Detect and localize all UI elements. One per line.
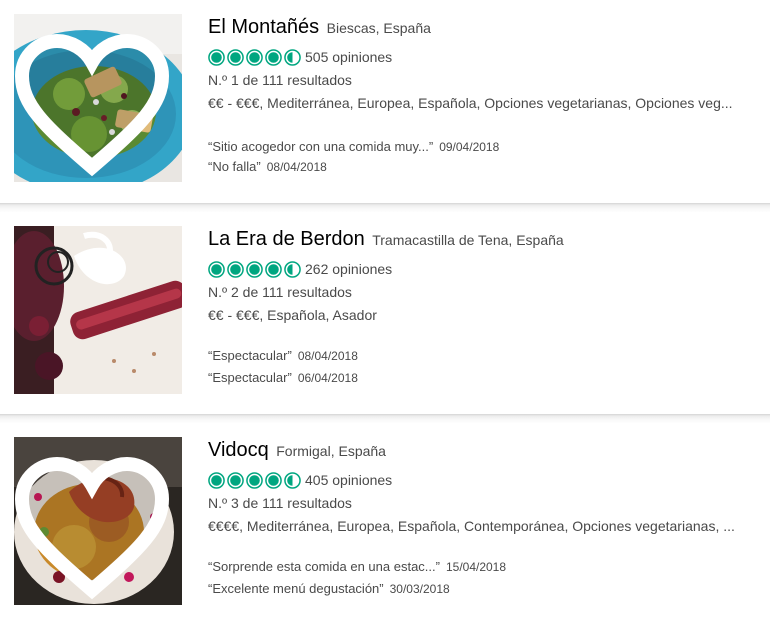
cuisine-tags: €€ - €€€, Mediterránea, Europea, Español… — [208, 95, 733, 111]
review-count[interactable]: 262 opiniones — [305, 261, 392, 277]
restaurant-card[interactable]: Vidocq Formigal, España 405 opiniones N.… — [0, 423, 770, 623]
rating: 405 opiniones — [208, 470, 392, 490]
restaurant-location: Formigal, España — [276, 443, 386, 459]
rating: 505 opiniones — [208, 47, 392, 67]
review-date: 08/04/2018 — [297, 349, 358, 363]
cuisine-tags: €€€€, Mediterránea, Europea, Española, C… — [208, 518, 735, 534]
rating-bubble-half — [284, 471, 301, 489]
food-photo-dessert — [14, 226, 182, 394]
heart-outline-icon[interactable] — [14, 443, 176, 605]
review-snippet: “Sitio acogedor con una comida muy...” 09… — [208, 139, 499, 154]
rating-bubble-full — [265, 471, 282, 489]
review-snippet: “Espectacular” 08/04/2018 — [208, 348, 358, 363]
restaurant-name[interactable]: El Montañés — [208, 16, 319, 38]
restaurant-name[interactable]: Vidocq — [208, 439, 269, 461]
rating-bubble-full — [208, 471, 225, 489]
rating-bubble-half — [284, 48, 301, 66]
review-date: 09/04/2018 — [439, 140, 500, 154]
review-snippet: “No falla” 08/04/2018 — [208, 159, 327, 174]
bubble-rating — [208, 471, 301, 489]
review-count[interactable]: 405 opiniones — [305, 472, 392, 488]
restaurant-photo[interactable] — [14, 226, 182, 394]
review-date: 30/03/2018 — [389, 582, 450, 596]
rating-bubble-full — [227, 48, 244, 66]
review-quote[interactable]: “No falla” — [208, 159, 261, 174]
heart-outline-icon[interactable] — [14, 20, 176, 182]
review-snippet: “Excelente menú degustación” 30/03/2018 — [208, 581, 450, 596]
review-date: 08/04/2018 — [266, 160, 327, 174]
rating-bubble-full — [246, 471, 263, 489]
restaurant-photo[interactable] — [14, 437, 182, 605]
restaurant-card[interactable]: La Era de Berdon Tramacastilla de Tena, … — [0, 212, 770, 412]
rating-bubble-full — [246, 48, 263, 66]
review-date: 15/04/2018 — [445, 560, 507, 574]
review-quote[interactable]: “Excelente menú degustación” — [208, 581, 384, 596]
rating-bubble-full — [227, 471, 244, 489]
review-quote[interactable]: “Sitio acogedor con una comida muy...” — [208, 139, 433, 154]
rating-bubble-half — [284, 260, 301, 278]
bubble-rating — [208, 260, 301, 278]
review-quote[interactable]: “Espectacular” — [208, 348, 292, 363]
rating-bubble-full — [208, 260, 225, 278]
ranking: N.º 1 de 111 resultados — [208, 72, 352, 88]
restaurant-name[interactable]: La Era de Berdon — [208, 228, 365, 250]
cuisine-tags: €€ - €€€, Española, Asador — [208, 307, 377, 323]
ranking: N.º 2 de 111 resultados — [208, 284, 352, 300]
restaurant-card[interactable]: El Montañés Biescas, España 505 opinione… — [0, 0, 770, 200]
ranking: N.º 3 de 111 resultados — [208, 495, 352, 511]
restaurant-location: Tramacastilla de Tena, España — [372, 232, 564, 248]
rating-bubble-full — [246, 260, 263, 278]
review-count[interactable]: 505 opiniones — [305, 49, 392, 65]
rating-bubble-full — [265, 260, 282, 278]
review-quote[interactable]: “Espectacular” — [208, 370, 292, 385]
review-date: 06/04/2018 — [297, 371, 358, 385]
rating-bubble-full — [265, 48, 282, 66]
review-snippet: “Espectacular” 06/04/2018 — [208, 370, 358, 385]
restaurant-photo[interactable] — [14, 14, 182, 182]
rating-bubble-full — [227, 260, 244, 278]
rating: 262 opiniones — [208, 259, 392, 279]
bubble-rating — [208, 48, 301, 66]
review-quote[interactable]: “Sorprende esta comida en una estac...” — [208, 559, 440, 574]
rating-bubble-full — [208, 48, 225, 66]
restaurant-location: Biescas, España — [326, 20, 431, 36]
review-snippet: “Sorprende esta comida en una estac...” 1… — [208, 559, 506, 574]
